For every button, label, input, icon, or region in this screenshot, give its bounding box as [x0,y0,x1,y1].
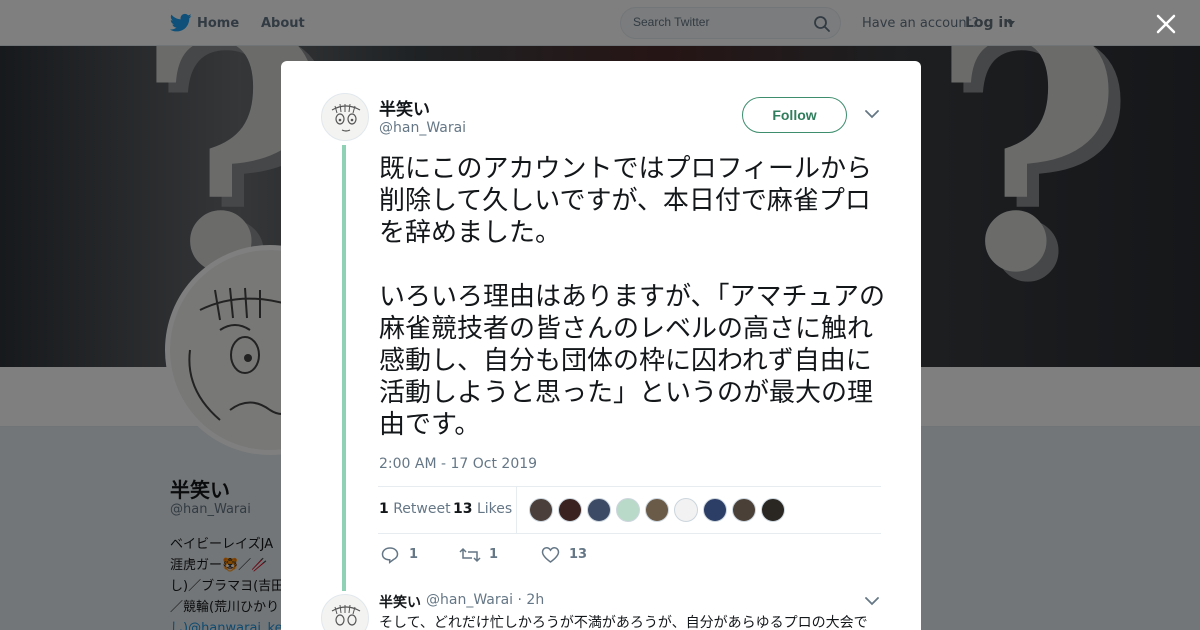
tweet-timestamp[interactable]: 2:00 AM - 17 Oct 2019 [379,456,537,472]
reply-author-avatar[interactable] [321,594,369,630]
liker-avatar[interactable] [529,498,553,522]
stats-divider [516,487,517,533]
author-name[interactable]: 半笑い [379,95,430,120]
likes-label: Likes [476,501,513,517]
close-icon[interactable] [1155,13,1177,35]
chevron-down-icon[interactable] [865,109,879,119]
retweet-count: 1 [489,547,499,562]
reply-meta[interactable]: @han_Warai · 2h [426,592,544,608]
follow-button[interactable]: Follow [742,97,847,133]
liker-avatar[interactable] [645,498,669,522]
tweet-stats: 1 Retweet 13 Likes [378,486,881,534]
reply-icon [381,547,399,564]
liker-avatar[interactable] [703,498,727,522]
like-count: 13 [569,547,588,562]
liker-avatar[interactable] [616,498,640,522]
liker-avatar[interactable] [587,498,611,522]
author-handle[interactable]: @han_Warai [379,120,466,136]
tweet-text: 既にこのアカウントではプロフィールから削除して久しいですが、本日付で麻雀プロを辞… [379,154,885,440]
retweets-label: Retweet [393,501,451,517]
reply-author-name[interactable]: 半笑い [379,592,421,612]
chevron-down-icon[interactable] [865,596,879,606]
retweets-count: 1 [379,501,389,517]
reply-text: そして、どれだけ忙しかろうが不満があろうが、自分があらゆるプロの大会で [379,615,868,630]
tweet-actions: 1 1 13 [381,545,681,565]
tweet-modal: 半笑い @han_Warai Follow 既にこのアカウントではプロフィールか… [281,61,921,630]
liker-avatar[interactable] [558,498,582,522]
liker-avatar[interactable] [761,498,785,522]
liker-avatar[interactable] [732,498,756,522]
liker-avatar[interactable] [674,498,698,522]
thread-connector-line [342,145,346,591]
retweet-icon [459,547,481,563]
heart-icon [541,547,560,563]
retweets-stat[interactable]: 1 Retweet [379,501,451,517]
likes-stat[interactable]: 13 Likes [453,501,512,517]
likes-count: 13 [453,501,473,517]
reply-count: 1 [409,547,419,562]
author-avatar[interactable] [321,93,369,141]
